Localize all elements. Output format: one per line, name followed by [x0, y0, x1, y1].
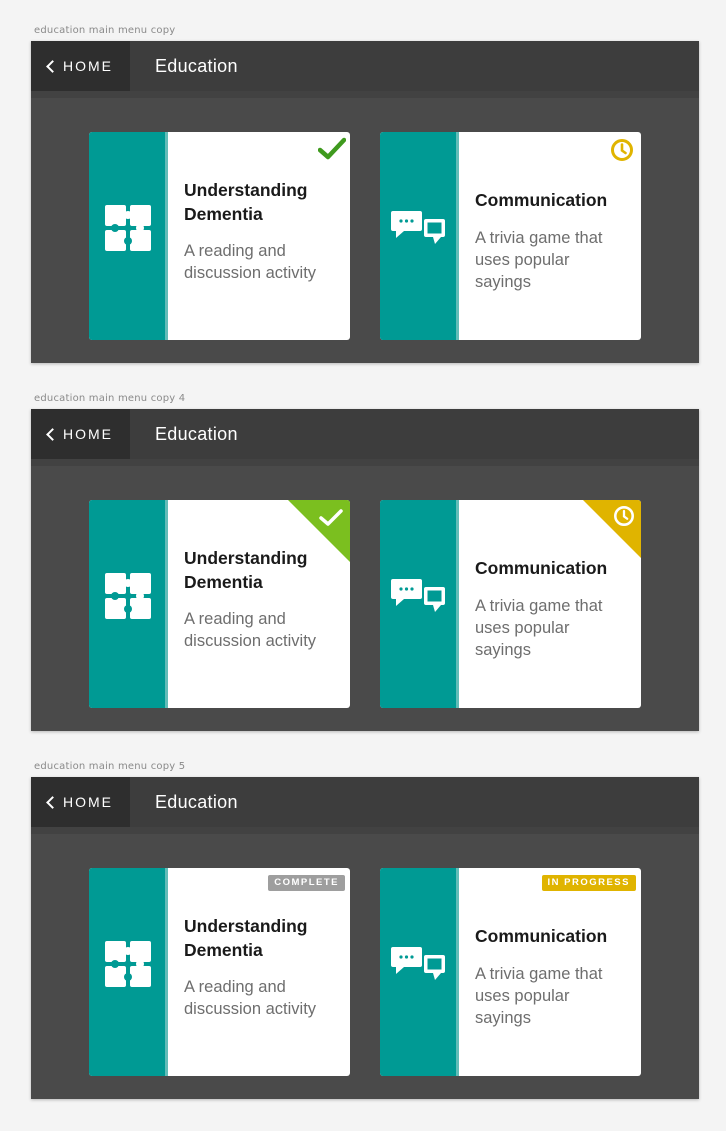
- speech-bubbles-icon: [391, 211, 445, 244]
- header-bar: HOME Education: [31, 409, 699, 459]
- header-bar: HOME Education: [31, 41, 699, 91]
- checkmark-icon: [319, 509, 343, 526]
- artboard-label: education main menu copy 5: [34, 761, 186, 772]
- chevron-left-icon: [46, 796, 59, 809]
- activity-card-communication[interactable]: Communication A trivia game that uses po…: [380, 132, 641, 340]
- home-button[interactable]: HOME: [31, 409, 130, 459]
- activity-card-understanding-dementia[interactable]: Understanding Dementia A reading and dis…: [89, 868, 350, 1076]
- puzzle-icon: [105, 205, 151, 251]
- puzzle-icon: [105, 573, 151, 619]
- card-title: Communication: [475, 190, 608, 210]
- card-title: Communication: [475, 558, 608, 578]
- card-description: A trivia game that uses popular sayings: [475, 965, 603, 1027]
- card-description: A reading and discussion activity: [184, 242, 317, 282]
- home-button[interactable]: HOME: [31, 777, 130, 827]
- card-side-edge: [165, 500, 168, 708]
- card-side-edge: [456, 500, 459, 708]
- artboard-3: education main menu copy 5 HOME Educatio…: [0, 761, 726, 1121]
- header-divider: [31, 827, 699, 834]
- page-title: Education: [155, 56, 238, 76]
- home-label: HOME: [63, 426, 113, 442]
- header-divider: [31, 459, 699, 466]
- artboard-2: education main menu copy 4 HOME Educatio…: [0, 393, 726, 753]
- activity-card-communication[interactable]: Communication A trivia game that uses po…: [380, 868, 641, 1076]
- card-description: A trivia game that uses popular sayings: [475, 597, 603, 659]
- artboard-label: education main menu copy 4: [34, 393, 186, 404]
- header-bar: HOME Education: [31, 777, 699, 827]
- activity-card-understanding-dementia[interactable]: Understanding Dementia A reading and dis…: [89, 132, 350, 340]
- card-description: A reading and discussion activity: [184, 610, 317, 650]
- header-divider: [31, 91, 699, 98]
- card-side-edge: [165, 868, 168, 1076]
- puzzle-icon: [105, 941, 151, 987]
- card-side-edge: [456, 132, 459, 340]
- speech-bubbles-icon: [391, 579, 445, 612]
- home-label: HOME: [63, 58, 113, 74]
- status-badge: COMPLETE: [268, 875, 345, 891]
- page-title: Education: [155, 424, 238, 444]
- chevron-left-icon: [46, 60, 59, 73]
- artboard-label: education main menu copy: [34, 25, 176, 36]
- home-button[interactable]: HOME: [31, 41, 130, 91]
- card-side-edge: [456, 868, 459, 1076]
- card-title: Understanding Dementia: [184, 916, 308, 960]
- chevron-left-icon: [46, 428, 59, 441]
- artboard-1: education main menu copy HOME Education: [0, 25, 726, 385]
- education-screen: HOME Education Understanding Dementia A …: [31, 41, 699, 363]
- education-screen: HOME Education Understanding Dementia A …: [31, 409, 699, 731]
- page-title: Education: [155, 792, 238, 812]
- speech-bubbles-icon: [391, 947, 445, 980]
- card-description: A trivia game that uses popular sayings: [475, 229, 603, 291]
- clock-icon: [614, 506, 634, 526]
- card-side-edge: [165, 132, 168, 340]
- checkmark-icon: [318, 137, 346, 160]
- status-badge: IN PROGRESS: [541, 875, 636, 891]
- card-description: A reading and discussion activity: [184, 978, 317, 1018]
- activity-card-understanding-dementia[interactable]: Understanding Dementia A reading and dis…: [89, 500, 350, 708]
- education-screen: HOME Education Understanding Dementia A …: [31, 777, 699, 1099]
- card-title: Communication: [475, 926, 608, 946]
- activity-card-communication[interactable]: Communication A trivia game that uses po…: [380, 500, 641, 708]
- home-label: HOME: [63, 794, 113, 810]
- card-title: Understanding Dementia: [184, 180, 308, 224]
- clock-icon: [611, 139, 633, 161]
